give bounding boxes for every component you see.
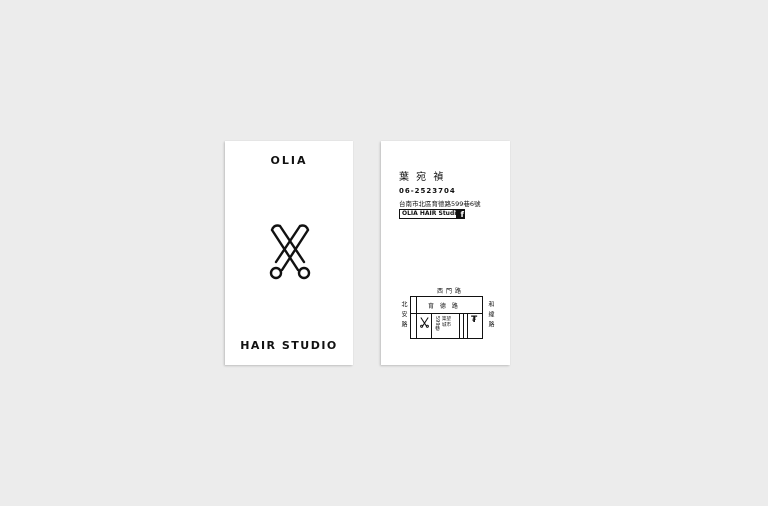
business-card-back: 葉 宛 禎 06-2523704 台南市北區育德路599巷6號 OLIA HAI… <box>381 141 510 365</box>
person-name: 葉 宛 禎 <box>399 172 446 183</box>
map-right-road: 和緯路 <box>487 301 494 331</box>
map-building: 築望城市 <box>442 317 451 328</box>
map-line <box>459 313 460 339</box>
facebook-page-label: OLIA HAIR Studio <box>399 209 464 219</box>
phone-number: 06-2523704 <box>399 187 456 195</box>
map-marker-icon: ₮ <box>471 315 478 325</box>
map-line <box>463 313 464 339</box>
map-line <box>467 313 468 339</box>
map-lane: 599巷 <box>434 316 440 331</box>
business-card-front: OLIA HAIR STUDIO <box>225 141 353 365</box>
map-top-road: 西門路 <box>437 288 465 295</box>
scissors-icon <box>269 224 311 280</box>
map-inner-road: 育 德 路 <box>428 303 460 310</box>
map-line <box>410 313 483 314</box>
map-left-road: 北安路 <box>400 301 407 331</box>
address: 台南市北區育德路599巷6號 <box>399 200 481 208</box>
facebook-icon: f <box>456 209 465 219</box>
brand-subtitle: HAIR STUDIO <box>240 339 338 352</box>
map-line <box>416 296 417 339</box>
map-line <box>431 313 432 339</box>
scissors-icon <box>420 317 429 328</box>
brand-title: OLIA <box>270 154 308 167</box>
